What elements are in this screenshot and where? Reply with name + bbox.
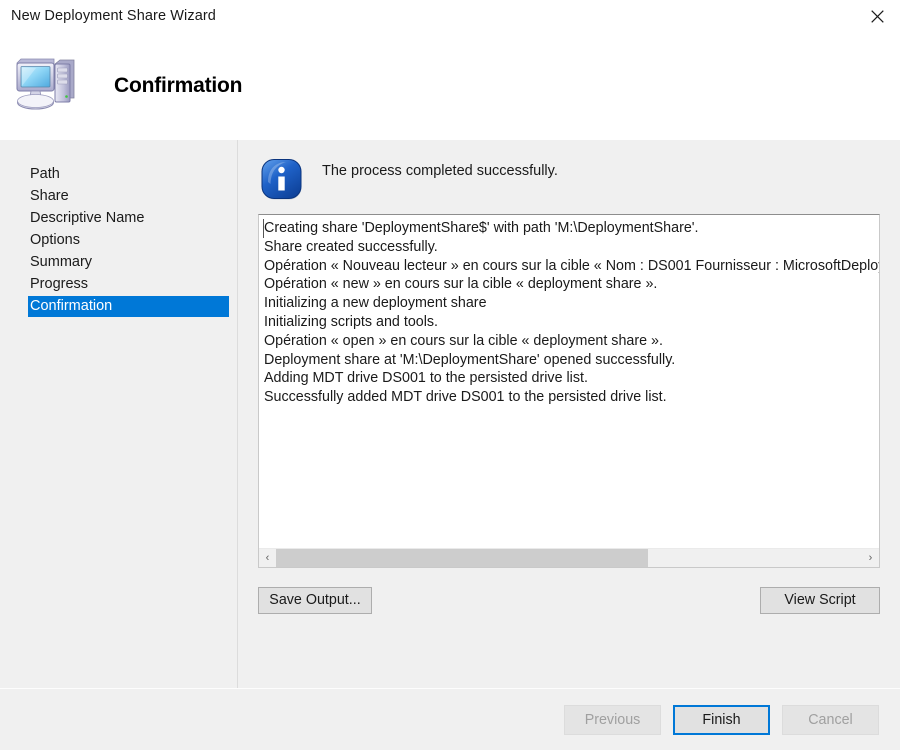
log-line: Creating share 'DeploymentShare$' with p… — [263, 219, 879, 238]
sidebar-item-confirmation[interactable]: Confirmation — [28, 296, 229, 317]
sidebar-item-options[interactable]: Options — [28, 230, 229, 251]
log-line: Opération « new » en cours sur la cible … — [263, 275, 879, 294]
close-icon — [871, 10, 884, 23]
wizard-body: Path Share Descriptive Name Options Summ… — [0, 140, 900, 688]
page-title: Confirmation — [114, 74, 242, 98]
wizard-window: New Deployment Share Wizard — [0, 0, 900, 750]
wizard-header: Confirmation — [0, 32, 900, 140]
log-line: Initializing scripts and tools. — [263, 313, 879, 332]
log-line: Initializing a new deployment share — [263, 294, 879, 313]
title-bar: New Deployment Share Wizard — [0, 0, 900, 32]
status-row: The process completed successfully. — [258, 140, 880, 214]
log-line: Successfully added MDT drive DS001 to th… — [263, 388, 879, 407]
output-log-lines: Creating share 'DeploymentShare$' with p… — [259, 215, 879, 548]
close-button[interactable] — [854, 0, 900, 32]
computer-icon — [14, 55, 80, 117]
log-actions-row: Save Output... View Script — [258, 568, 880, 624]
scrollbar-thumb[interactable] — [276, 549, 648, 567]
cancel-button[interactable]: Cancel — [782, 705, 879, 735]
sidebar-item-descriptive-name[interactable]: Descriptive Name — [28, 208, 229, 229]
log-line: Opération « open » en cours sur la cible… — [263, 332, 879, 351]
scrollbar-track[interactable] — [276, 549, 862, 567]
log-line: Adding MDT drive DS001 to the persisted … — [263, 369, 879, 388]
view-script-button[interactable]: View Script — [760, 587, 880, 614]
horizontal-scrollbar[interactable]: ‹ › — [259, 548, 879, 567]
window-title: New Deployment Share Wizard — [0, 8, 216, 24]
scroll-right-icon[interactable]: › — [862, 549, 879, 567]
previous-button[interactable]: Previous — [564, 705, 661, 735]
scroll-left-icon[interactable]: ‹ — [259, 549, 276, 567]
log-line: Share created successfully. — [263, 238, 879, 257]
log-line: Opération « Nouveau lecteur » en cours s… — [263, 257, 879, 276]
sidebar-item-path[interactable]: Path — [28, 164, 229, 185]
sidebar-item-progress[interactable]: Progress — [28, 274, 229, 295]
output-log-box[interactable]: Creating share 'DeploymentShare$' with p… — [258, 214, 880, 568]
status-message: The process completed successfully. — [322, 163, 558, 179]
save-output-button[interactable]: Save Output... — [258, 587, 372, 614]
information-icon — [260, 158, 304, 202]
sidebar-item-summary[interactable]: Summary — [28, 252, 229, 273]
wizard-content: The process completed successfully. Crea… — [238, 140, 900, 688]
wizard-footer: Previous Finish Cancel — [0, 688, 900, 750]
sidebar-item-share[interactable]: Share — [28, 186, 229, 207]
log-line: Deployment share at 'M:\DeploymentShare'… — [263, 351, 879, 370]
finish-button[interactable]: Finish — [673, 705, 770, 735]
wizard-steps-sidebar: Path Share Descriptive Name Options Summ… — [0, 140, 238, 688]
